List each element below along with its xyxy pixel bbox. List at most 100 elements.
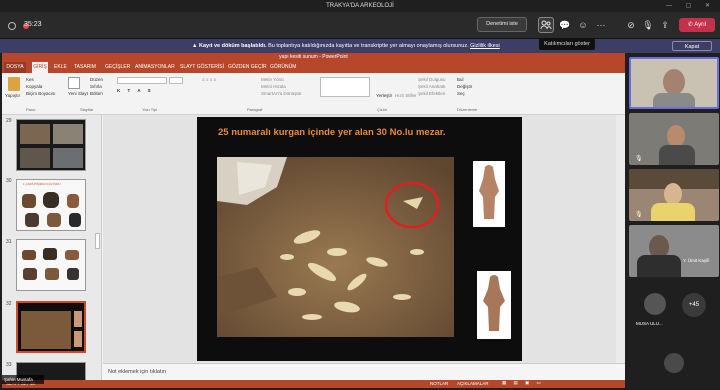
arrange-button[interactable]: Yerleştir xyxy=(376,93,392,98)
participant-video[interactable]: 🎙 xyxy=(629,169,719,221)
shape-effects-button[interactable]: Şekil Efektleri xyxy=(418,91,445,96)
current-slide: 25 numaralı kurgan içinde yer alan 30 No… xyxy=(197,117,522,361)
slide-thumbnail[interactable] xyxy=(16,239,86,291)
share-screen-icon[interactable]: ⇪ xyxy=(658,18,672,32)
tab-slayt-gosterisi[interactable]: SLAYT GÖSTERİSİ xyxy=(180,64,224,70)
window-controls[interactable]: — ▢ ✕ xyxy=(666,2,716,9)
excavation-photo-art xyxy=(217,157,454,337)
cut-button[interactable]: Kes xyxy=(26,77,34,82)
window-title: TRAKYA'DA ARKEOLOJİ xyxy=(0,0,720,12)
new-slide-label[interactable]: Yeni Slayt xyxy=(68,91,88,96)
group-font: Yazı Tipi xyxy=(142,107,158,112)
thumb-image xyxy=(25,213,39,227)
slide-thumbnail-selected[interactable] xyxy=(16,301,86,353)
ppt-title: yapı kesiti sunum - PowerPoint xyxy=(2,53,625,62)
thumb-image xyxy=(47,213,61,227)
meeting-timer: 35:23 xyxy=(24,21,42,28)
people-icon xyxy=(540,20,552,30)
paste-label[interactable]: Yapıştır xyxy=(5,93,20,98)
smartart-button[interactable]: SmartArt'a Dönüştür xyxy=(261,91,302,96)
tab-ekle[interactable]: EKLE xyxy=(54,64,67,70)
pane-splitter[interactable] xyxy=(95,233,100,249)
layout-button[interactable]: Düzen xyxy=(90,77,103,82)
notes-placeholder: Not eklemek için tıklatın xyxy=(108,369,167,375)
participant-video[interactable]: 🎙 xyxy=(629,113,719,165)
recording-body: Bu toplantıya katıldığınızda kayıtta ve … xyxy=(268,43,469,49)
participants-button[interactable] xyxy=(538,17,554,33)
view-buttons[interactable]: ▦ ▤ ▣ ▭ xyxy=(502,380,544,386)
avatar[interactable] xyxy=(664,353,684,373)
tab-giris[interactable]: GİRİŞ xyxy=(32,62,48,73)
text-direction-button[interactable]: Metin Yönü xyxy=(261,77,284,82)
notes-pane[interactable]: Not eklemek için tıklatın xyxy=(103,363,625,380)
participant-name: Y. Ümit Kaşifi xyxy=(683,258,710,263)
slide-thumbnail[interactable] xyxy=(16,119,86,171)
mic-muted-icon: 🎙 xyxy=(635,212,643,218)
tab-gozden-gecir[interactable]: GÖZDEN GEÇİR xyxy=(228,64,267,70)
paragraph-buttons[interactable]: ≡ ≡ ≡ ≡ xyxy=(202,77,216,82)
ppt-status-bar: SLAYT 32 / 46 NOTLAR AÇIKLAMALAR ▦ ▤ ▣ ▭ xyxy=(2,380,625,388)
request-control-button[interactable]: Denetimi iste xyxy=(477,17,527,32)
font-name-dropdown[interactable] xyxy=(117,77,167,84)
person-body xyxy=(637,255,681,277)
shapes-gallery[interactable] xyxy=(320,77,370,97)
tab-gorunum[interactable]: GÖRÜNÜM xyxy=(270,64,296,70)
shape-fill-button[interactable]: Şekil Dolgusu xyxy=(418,77,446,82)
slide-number: 30 xyxy=(6,178,12,184)
new-slide-icon[interactable] xyxy=(68,77,80,89)
shape-outline-button[interactable]: Şekil Anahattı xyxy=(418,84,446,89)
quick-styles-button[interactable]: Hızlı Stiller xyxy=(395,93,417,98)
thumb-image xyxy=(65,250,79,260)
slide-thumbnail[interactable]: 1.ÇAPA PİŞİRİCİ KÜLTÜRÜ xyxy=(16,179,86,231)
copy-button[interactable]: Kopyala xyxy=(26,84,42,89)
thumb-image xyxy=(43,192,59,208)
participants-panel: 🎙 🎙 Y. Ümit Kaşifi +45 MUSA ULU... xyxy=(626,53,720,390)
close-banner-button[interactable]: Kapat xyxy=(672,41,712,51)
group-clipboard: Pano xyxy=(26,107,36,112)
recording-info-icon: ▲ xyxy=(192,43,199,49)
thumb-image xyxy=(53,124,83,144)
participant-name: MUSA ULU... xyxy=(636,321,663,326)
reset-button[interactable]: Sıfırla xyxy=(90,84,102,89)
participant-video[interactable]: Y. Ümit Kaşifi xyxy=(629,225,719,277)
chat-icon[interactable]: 💬 xyxy=(558,18,572,32)
slide-number: 33 xyxy=(6,362,12,368)
more-participants-badge[interactable]: +45 xyxy=(682,293,706,317)
group-slides: Slaytlar xyxy=(80,107,94,112)
notes-toggle[interactable]: NOTLAR xyxy=(430,381,448,386)
leave-button[interactable]: ✆ Ayrıl xyxy=(679,18,715,32)
figurine-icon xyxy=(483,275,505,331)
tab-tasarim[interactable]: TASARIM xyxy=(74,64,96,70)
figurine-icon xyxy=(479,165,499,219)
font-size-dropdown[interactable] xyxy=(169,77,183,84)
select-button[interactable]: Seç xyxy=(457,91,465,96)
figurine-photo-top xyxy=(473,161,505,227)
thumb-image xyxy=(45,268,59,280)
tab-gecisler[interactable]: GEÇİŞLER xyxy=(105,64,130,70)
privacy-policy-link[interactable]: Gizlilik ilkesi xyxy=(470,43,500,49)
person-head xyxy=(663,69,685,95)
section-button[interactable]: Bölüm xyxy=(90,91,103,96)
group-drawing: Çizim xyxy=(377,107,387,112)
group-paragraph: Paragraf xyxy=(247,107,263,112)
format-painter-button[interactable]: Biçim Boyacısı xyxy=(26,91,56,96)
tab-animasyonlar[interactable]: ANİMASYONLAR xyxy=(135,64,175,70)
paste-icon[interactable] xyxy=(8,77,20,91)
thumb-image xyxy=(74,311,82,327)
camera-off-icon[interactable]: ⊘ xyxy=(624,18,638,32)
reactions-icon[interactable]: ☺ xyxy=(576,18,590,32)
more-options-icon[interactable]: ··· xyxy=(594,18,608,32)
person-head xyxy=(667,125,685,147)
find-button[interactable]: Bul xyxy=(457,77,464,82)
comments-toggle[interactable]: AÇIKLAMALAR xyxy=(457,381,489,386)
thumb-image xyxy=(43,248,57,260)
replace-button[interactable]: Değiştir xyxy=(457,84,472,89)
thumb-image xyxy=(20,124,50,144)
align-text-button[interactable]: Metni Hizala xyxy=(261,84,286,89)
vertical-scrollbar[interactable] xyxy=(616,115,625,363)
participant-video[interactable] xyxy=(629,57,719,109)
font-format-buttons[interactable]: K T A S xyxy=(117,88,154,93)
avatar[interactable] xyxy=(644,293,666,315)
tab-dosya[interactable]: DOSYA xyxy=(4,62,26,73)
microphone-off-icon[interactable]: 🎙 xyxy=(641,18,655,32)
